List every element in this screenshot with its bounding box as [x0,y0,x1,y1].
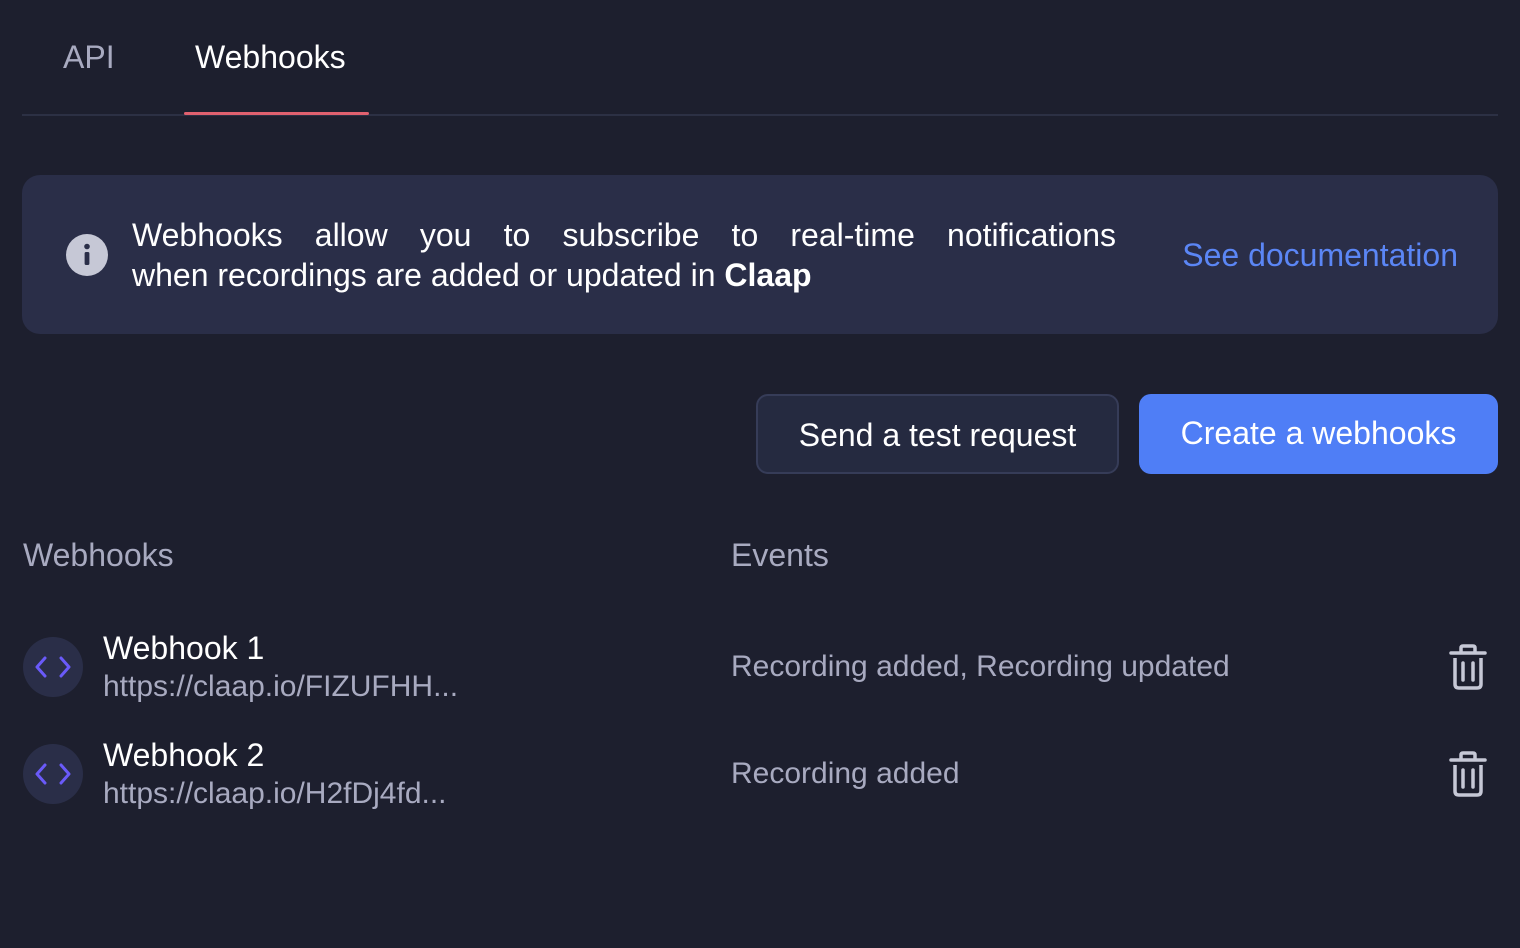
banner-word: allow [314,217,388,253]
banner-message: Webhooks allow you to subscribe to real-… [132,215,1116,295]
trash-icon[interactable] [1444,749,1492,799]
active-tab-indicator [184,112,369,115]
banner-line-2-text: when recordings are added or updated in [132,257,725,293]
webhook-events: Recording added [731,757,960,790]
webhook-name: Webhook 2 [103,737,265,773]
banner-word: to [731,217,759,253]
tab-webhooks[interactable]: Webhooks [195,36,346,78]
banner-word: subscribe [562,217,700,253]
code-icon [23,744,83,804]
webhooks-settings-page: API Webhooks Webhooks allow you to subsc… [0,0,1520,948]
trash-icon[interactable] [1444,642,1492,692]
banner-word: real-time [790,217,915,253]
send-test-request-button[interactable]: Send a test request [756,394,1119,474]
banner-word: Webhooks [132,217,283,253]
info-banner: Webhooks allow you to subscribe to real-… [22,175,1498,334]
column-header-events: Events [731,537,829,573]
webhook-events: Recording added, Recording updated [731,650,1230,683]
banner-word: you [419,217,472,253]
brand-name: Claap [724,257,812,293]
see-documentation-link[interactable]: See documentation [1182,235,1458,275]
column-header-webhooks: Webhooks [23,537,174,573]
webhook-url: https://claap.io/FIZUFHH... [103,670,459,703]
webhook-name: Webhook 1 [103,630,265,666]
info-icon [66,234,108,276]
tab-api[interactable]: API [63,36,115,78]
webhook-row: Webhook 2 https://claap.io/H2fDj4fd... R… [0,729,1520,819]
create-webhook-button[interactable]: Create a webhooks [1139,394,1498,474]
webhook-row: Webhook 1 https://claap.io/FIZUFHH... Re… [0,622,1520,712]
banner-word: to [503,217,531,253]
banner-word: notifications [947,217,1116,253]
banner-line-1: Webhooks allow you to subscribe to real-… [132,215,1116,255]
tab-bar: API Webhooks [22,0,1498,116]
webhook-url: https://claap.io/H2fDj4fd... [103,777,447,810]
banner-line-2: when recordings are added or updated in … [132,255,1116,295]
code-icon [23,637,83,697]
